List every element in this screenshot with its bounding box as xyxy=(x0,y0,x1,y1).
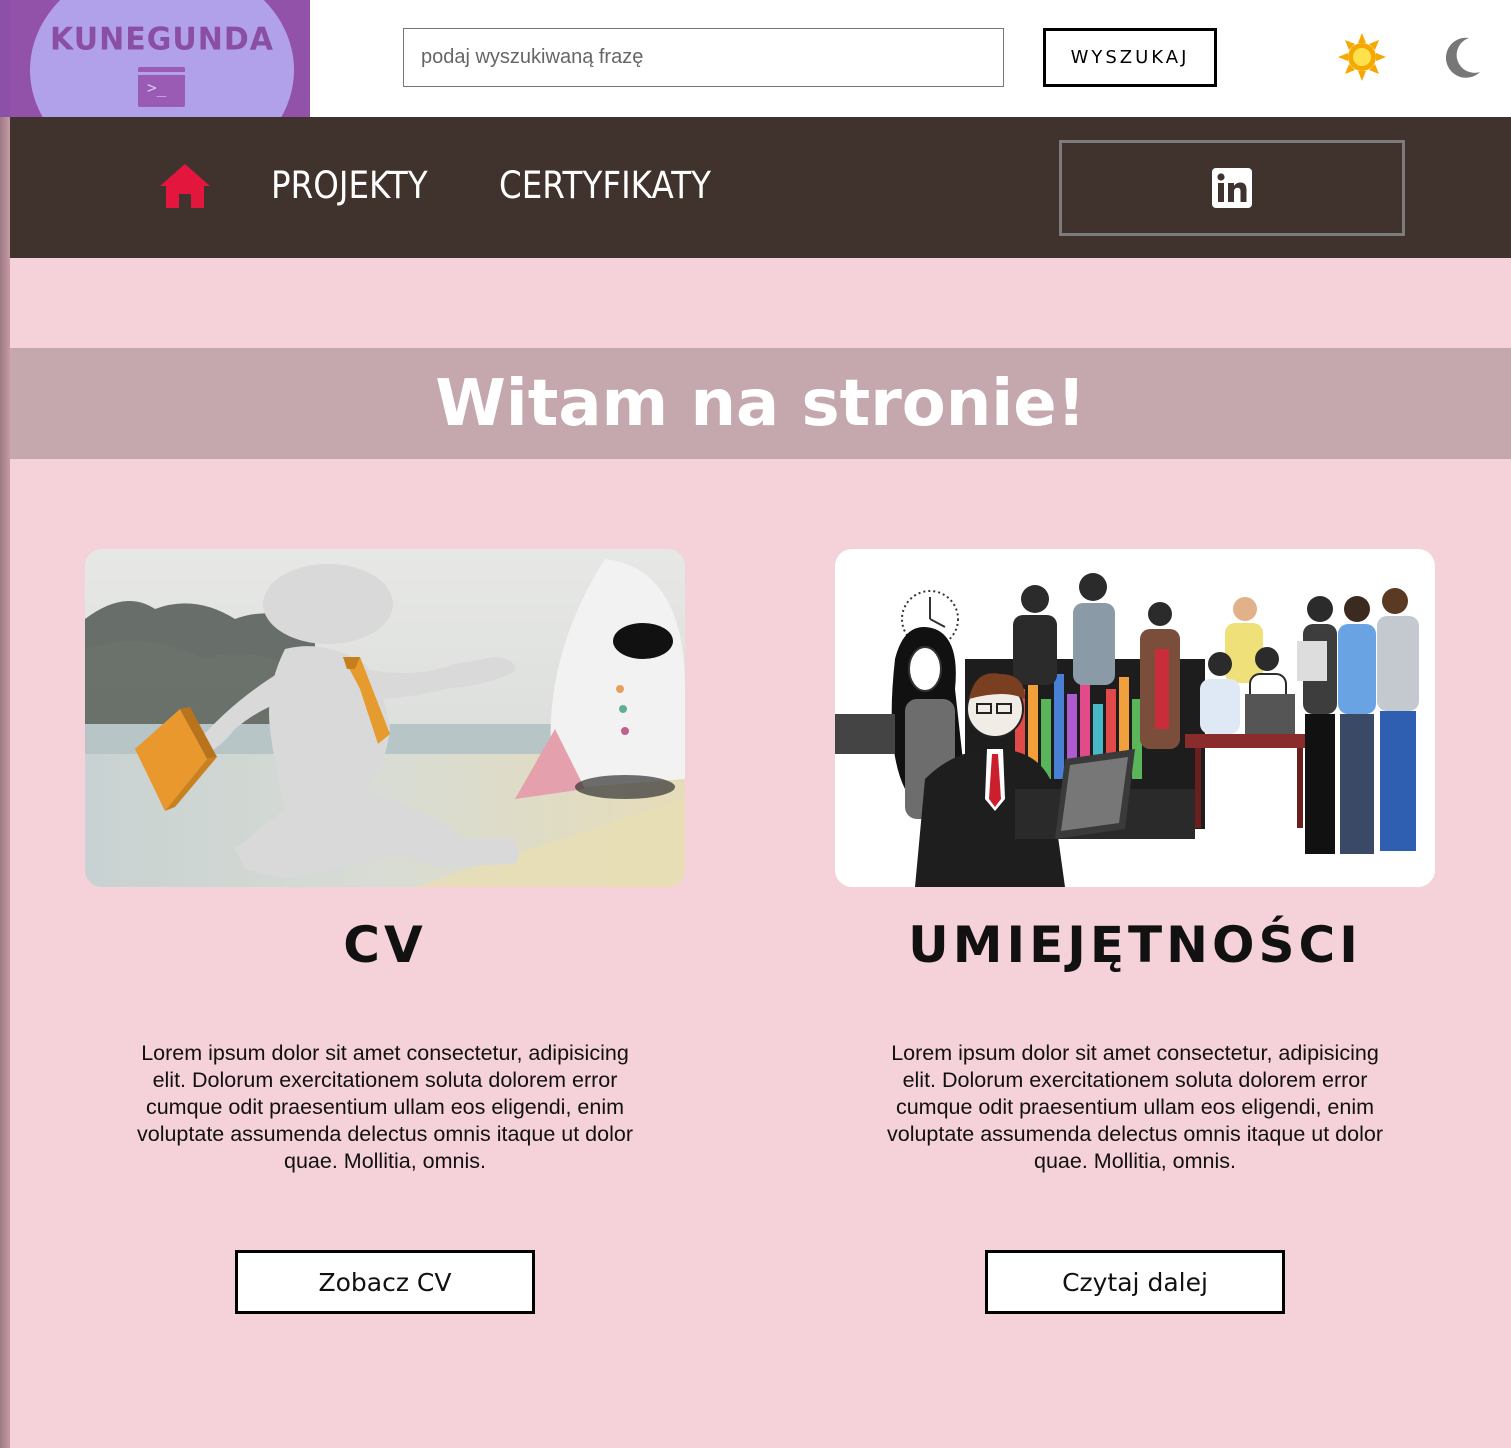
card-cv: CV Lorem ipsum dolor sit amet consectetu… xyxy=(85,549,685,1314)
card-title-cv: CV xyxy=(343,916,427,974)
main-nav: PROJEKTY CERTYFIKATY xyxy=(10,117,1511,258)
cv-card-image xyxy=(85,549,685,887)
nav-link-certyfikaty[interactable]: CERTYFIKATY xyxy=(499,163,711,209)
card-title-skills: UMIEJĘTNOŚCI xyxy=(908,916,1362,974)
search-input[interactable] xyxy=(403,28,1004,87)
hero-banner: Witam na stronie! xyxy=(10,348,1511,459)
read-more-button[interactable]: Czytaj dalej xyxy=(985,1250,1285,1314)
sun-icon[interactable] xyxy=(1338,33,1386,81)
running-businessman-image xyxy=(85,549,685,887)
hero-title: Witam na stronie! xyxy=(435,367,1086,441)
card-text-cv: Lorem ipsum dolor sit amet consectetur, … xyxy=(136,1041,633,1173)
nav-link-projekty[interactable]: PROJEKTY xyxy=(271,163,428,209)
window-left-edge xyxy=(0,0,10,1448)
terminal-icon: >_ xyxy=(138,67,185,107)
card-text-skills: Lorem ipsum dolor sit amet consectetur, … xyxy=(886,1041,1383,1173)
view-cv-button[interactable]: Zobacz CV xyxy=(235,1250,535,1314)
moon-icon[interactable] xyxy=(1442,36,1482,78)
home-icon[interactable] xyxy=(158,162,212,210)
search-button[interactable]: WYSZUKAJ xyxy=(1043,28,1217,87)
linkedin-button[interactable] xyxy=(1059,140,1405,236)
logo-text: KUNEGUNDA xyxy=(50,21,274,58)
logo[interactable]: KUNEGUNDA >_ xyxy=(10,0,310,117)
skills-card-image xyxy=(835,549,1435,887)
top-bar: KUNEGUNDA >_ WYSZUKAJ xyxy=(10,0,1511,117)
linkedin-icon xyxy=(1212,168,1252,208)
office-team-image xyxy=(835,549,1435,887)
card-skills: UMIEJĘTNOŚCI Lorem ipsum dolor sit amet … xyxy=(835,549,1435,1314)
